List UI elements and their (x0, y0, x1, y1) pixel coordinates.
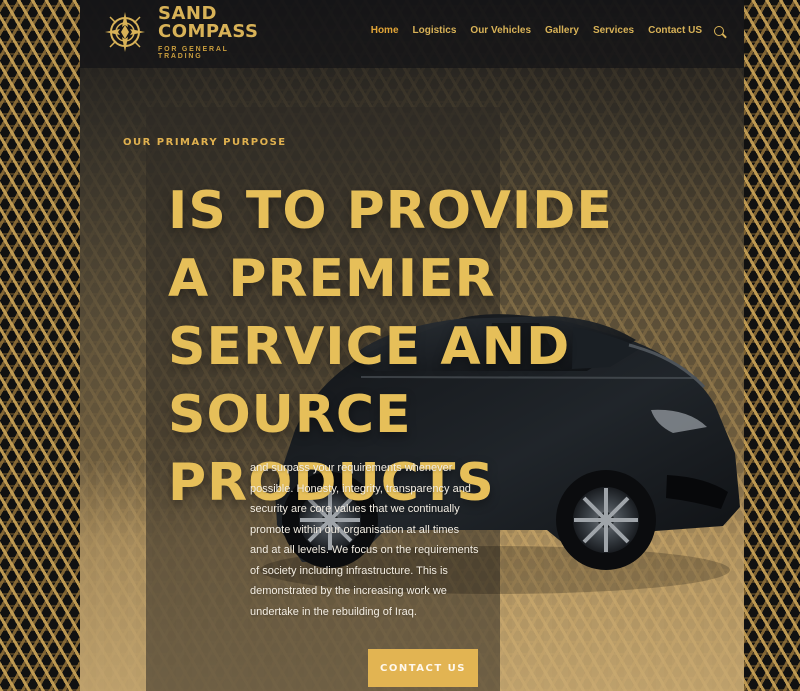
main-navigation: Home Logistics Our Vehicles Gallery Serv… (371, 25, 724, 36)
nav-services[interactable]: Services (593, 25, 634, 36)
brand-subtitle: FOR GENERAL TRADING (158, 45, 229, 60)
hero-body-copy: and surpass your requirements whenever p… (250, 462, 479, 618)
hero-section: SAND COMPASS FOR GENERAL TRADING Home Lo… (80, 0, 744, 691)
nav-gallery[interactable]: Gallery (545, 25, 579, 36)
page: SAND COMPASS FOR GENERAL TRADING Home Lo… (0, 0, 800, 691)
search-icon[interactable] (714, 25, 724, 36)
compass-icon (105, 12, 145, 52)
brand-text: SAND COMPASS FOR GENERAL TRADING (158, 2, 270, 60)
brand-title: SAND COMPASS (158, 2, 259, 42)
nav-home[interactable]: Home (371, 25, 399, 36)
nav-our-vehicles[interactable]: Our Vehicles (470, 25, 531, 36)
brand-logo[interactable]: SAND COMPASS FOR GENERAL TRADING (100, 2, 270, 60)
contact-us-button[interactable]: CONTACT US (368, 649, 478, 687)
hero-eyebrow: OUR PRIMARY PURPOSE (123, 137, 287, 148)
nav-contact-us[interactable]: Contact US (648, 25, 702, 36)
site-header: SAND COMPASS FOR GENERAL TRADING Home Lo… (80, 0, 744, 68)
nav-logistics[interactable]: Logistics (413, 25, 457, 36)
